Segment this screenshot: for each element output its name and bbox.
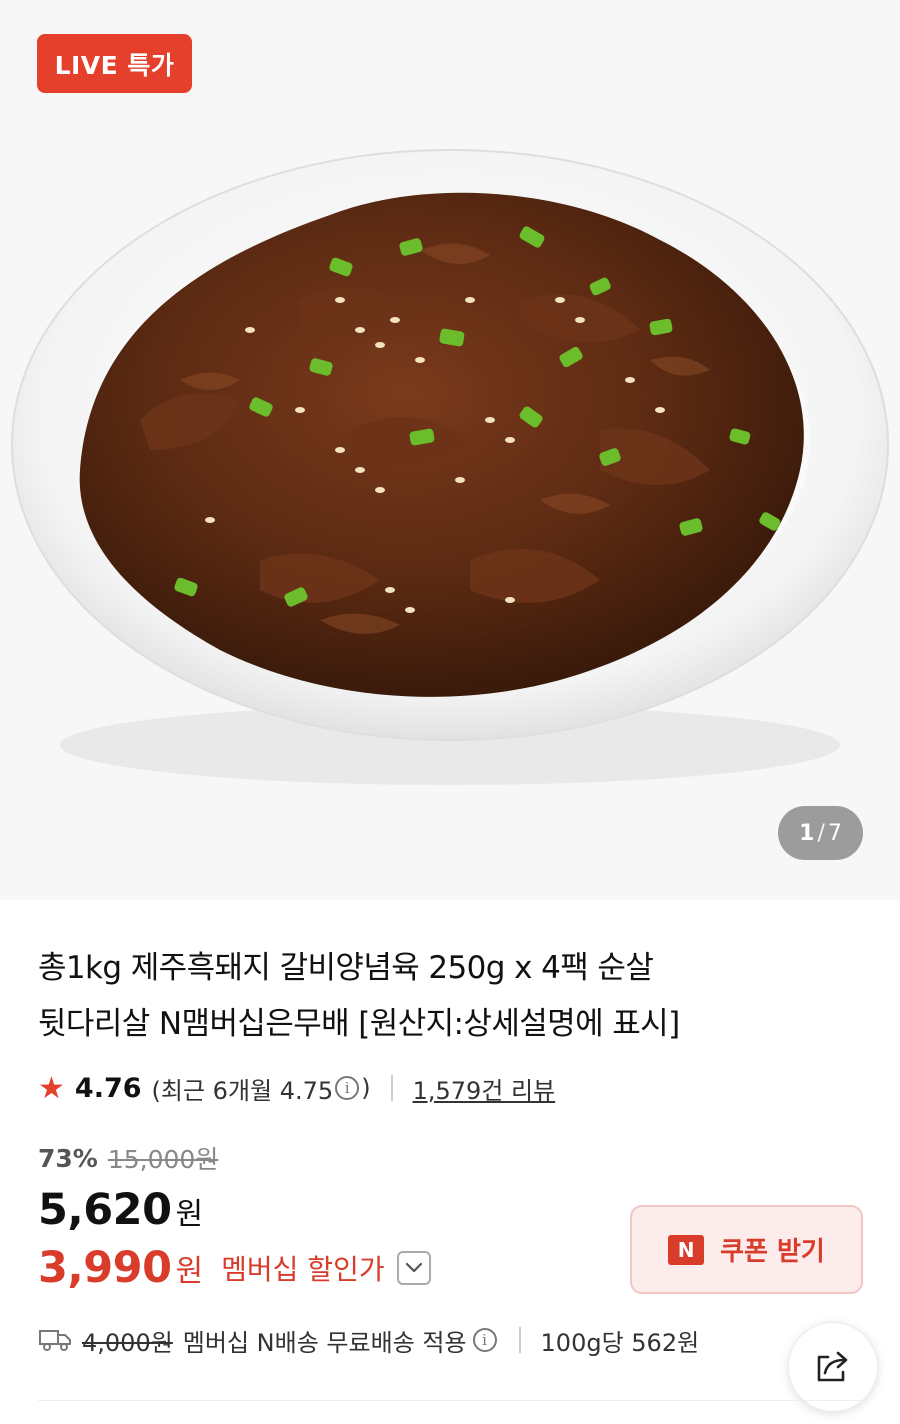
- recent-rating-text: (최근 6개월 4.75: [151, 1076, 334, 1105]
- membership-price-value: 3,990: [38, 1243, 172, 1293]
- membership-price-unit: 원: [175, 1254, 204, 1289]
- original-price: 15,000원: [107, 1145, 219, 1174]
- recent-rating: (최근 6개월 4.75 i ): [152, 1071, 371, 1106]
- rating-row: ★ 4.76 (최근 6개월 4.75 i ) 1,579건 리뷰: [38, 1068, 555, 1108]
- review-count-link[interactable]: 1,579건 리뷰: [413, 1071, 556, 1106]
- product-image-gallery[interactable]: LIVE 특가 1 / 7: [0, 0, 900, 900]
- n-coupon-icon: N: [668, 1234, 705, 1265]
- image-counter-total: 7: [827, 820, 842, 846]
- product-image: [11, 149, 889, 785]
- sale-price-value: 5,620: [38, 1185, 172, 1235]
- share-button[interactable]: [788, 1322, 878, 1412]
- original-shipping-fee: 4,000원: [82, 1328, 173, 1357]
- get-coupon-button[interactable]: N 쿠폰 받기: [630, 1205, 863, 1294]
- free-shipping-text: 멤버십 N배송 무료배송 적용: [182, 1328, 467, 1357]
- star-icon: ★: [38, 1070, 65, 1106]
- info-icon[interactable]: i: [472, 1328, 497, 1352]
- sale-price: 5,620 원: [38, 1185, 203, 1235]
- membership-price-row: 3,990 원 멤버십 할인가: [38, 1243, 431, 1293]
- product-title-line-1: 총1kg 제주흑돼지 갈비양념육 250g x 4팩 순살: [38, 950, 654, 986]
- product-title: 총1kg 제주흑돼지 갈비양념육 250g x 4팩 순살 뒷다리살 N맴버십은…: [38, 940, 798, 1052]
- unit-price: 100g당 562원: [540, 1328, 700, 1357]
- delivery-row: 4,000원 멤버십 N배송 무료배송 적용 i 100g당 562원: [38, 1318, 699, 1362]
- image-counter-current: 1: [799, 820, 815, 846]
- section-divider: [38, 1400, 862, 1401]
- share-icon: [817, 1351, 848, 1382]
- info-icon[interactable]: i: [335, 1076, 360, 1100]
- membership-price-label: 멤버십 할인가: [221, 1253, 385, 1286]
- truck-icon: [38, 1328, 72, 1352]
- image-counter-separator: /: [817, 820, 825, 846]
- recent-rating-close: ): [361, 1074, 371, 1102]
- live-special-badge: LIVE 특가: [37, 34, 192, 93]
- discount-percent: 73%: [38, 1143, 98, 1173]
- get-coupon-label: 쿠폰 받기: [720, 1237, 825, 1267]
- chevron-down-icon[interactable]: [396, 1251, 431, 1285]
- discount-row: 73% 15,000원: [38, 1140, 218, 1176]
- rating-score: 4.76: [74, 1072, 142, 1104]
- sale-price-unit: 원: [175, 1197, 204, 1232]
- product-title-line-2: 뒷다리살 N맴버십은무배 [원산지:상세설명에 표시]: [38, 1006, 680, 1042]
- image-counter: 1 / 7: [778, 806, 863, 860]
- divider: [390, 1075, 393, 1101]
- divider: [518, 1327, 521, 1353]
